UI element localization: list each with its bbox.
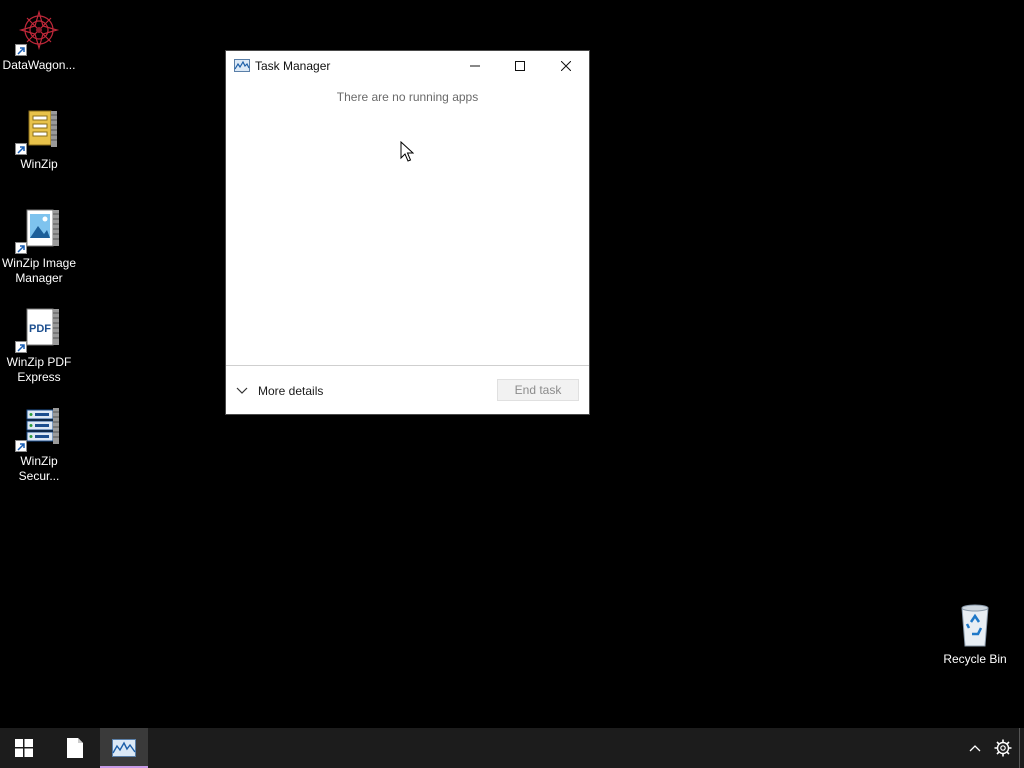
chevron-up-icon — [969, 745, 981, 752]
more-details-label: More details — [258, 384, 324, 398]
desktop-icon-label: WinZip — [20, 157, 58, 171]
desktop-icon-label: DataWagon... — [2, 58, 76, 72]
datawagon-icon — [15, 8, 63, 56]
close-icon — [561, 61, 571, 71]
empty-state-message: There are no running apps — [336, 90, 479, 104]
mouse-cursor-icon — [400, 141, 414, 162]
desktop-icon-label: WinZip Secur... — [18, 454, 60, 483]
window-title: Task Manager — [255, 59, 331, 73]
desktop-icon-datawagon[interactable]: DataWagon... — [0, 8, 78, 73]
windows-logo-icon — [15, 739, 33, 757]
minimize-icon — [470, 65, 480, 67]
desktop-icon-winzip-image-manager[interactable]: WinZip Image Manager — [0, 206, 78, 286]
title-bar[interactable]: Task Manager — [226, 51, 589, 81]
task-manager-icon — [234, 59, 250, 72]
more-details-toggle[interactable]: More details — [236, 382, 323, 400]
winzip-image-manager-icon — [15, 206, 63, 254]
maximize-button[interactable] — [497, 51, 543, 81]
desktop-icon-label: WinZip Image Manager — [1, 256, 77, 285]
gear-icon — [994, 739, 1012, 757]
start-button[interactable] — [0, 728, 48, 768]
task-manager-icon — [112, 739, 136, 757]
show-desktop-button[interactable] — [1019, 728, 1020, 768]
desktop-icon-winzip[interactable]: WinZip — [0, 107, 78, 172]
desktop-icon-winzip-secure[interactable]: WinZip Secur... — [0, 404, 78, 484]
minimize-button[interactable] — [452, 51, 498, 81]
winzip-pdf-icon: PDF — [15, 305, 63, 353]
desktop-icon-recycle-bin[interactable]: Recycle Bin — [936, 602, 1014, 667]
taskbar — [0, 728, 1024, 768]
taskbar-task-manager-button[interactable] — [100, 728, 148, 768]
show-hidden-icons-button[interactable] — [962, 728, 988, 768]
winzip-secure-icon — [15, 404, 63, 452]
end-task-button[interactable]: End task — [497, 379, 579, 401]
desktop-icon-winzip-pdf-express[interactable]: PDF WinZip PDF Express — [0, 305, 78, 385]
task-manager-window: Task Manager There are no running apps M… — [226, 51, 589, 414]
close-button[interactable] — [543, 51, 589, 81]
maximize-icon — [515, 61, 525, 71]
taskbar-file-button[interactable] — [50, 728, 98, 768]
document-icon — [67, 738, 83, 758]
winzip-icon — [15, 107, 63, 155]
desktop-icon-label: WinZip PDF Express — [6, 355, 72, 384]
chevron-down-icon — [236, 387, 248, 394]
pdf-glyph: PDF — [29, 323, 51, 335]
settings-button[interactable] — [990, 728, 1016, 768]
window-footer: More details End task — [226, 365, 589, 414]
recycle-bin-icon — [951, 602, 999, 650]
desktop-icon-label: Recycle Bin — [943, 652, 1007, 666]
